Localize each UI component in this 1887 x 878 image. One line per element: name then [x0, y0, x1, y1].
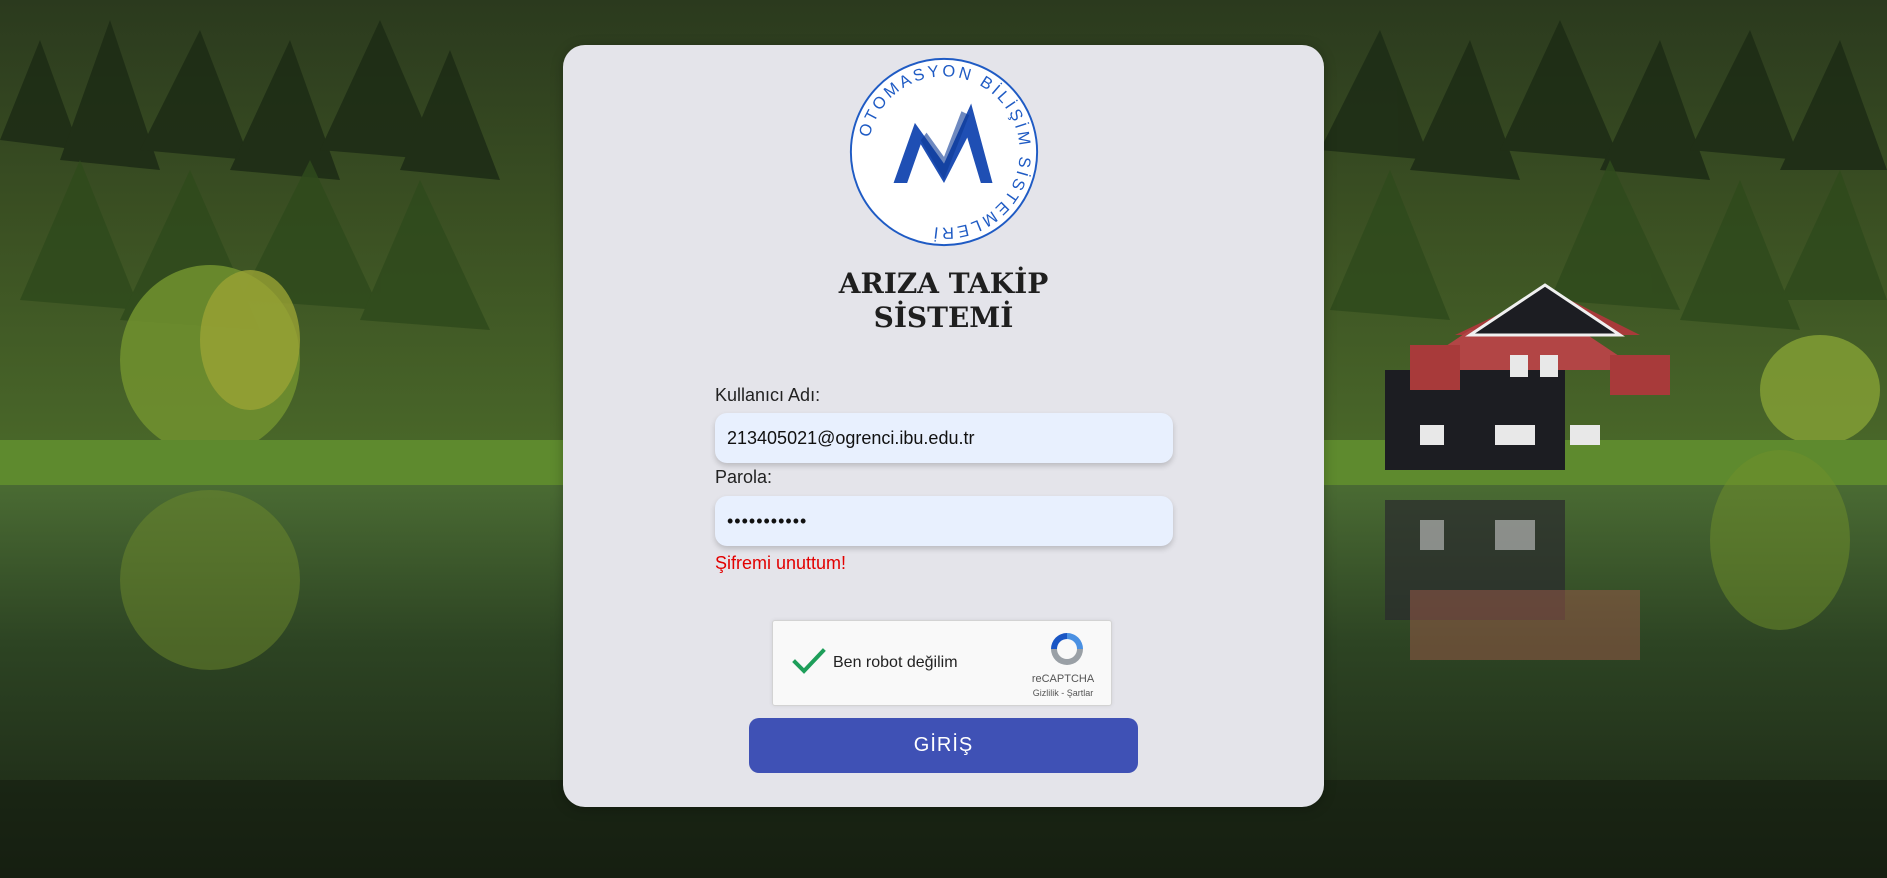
login-submit-button[interactable]: GİRİŞ [749, 718, 1138, 773]
recaptcha-logo-icon [1051, 633, 1083, 665]
recaptcha-widget: Ben robot değilim reCAPTCHA Gizlilik - Ş… [772, 620, 1112, 706]
page-title: ARIZA TAKİP SİSTEMİ [563, 267, 1324, 335]
password-label: Parola: [715, 467, 773, 487]
username-input[interactable] [715, 413, 1173, 463]
recaptcha-privacy-terms-links[interactable]: Gizlilik - Şartlar [1013, 688, 1113, 698]
recaptcha-checkmark-icon[interactable] [791, 643, 827, 679]
company-logo: OTOMASYON BİLİŞİM SİSTEMLERİ [849, 57, 1039, 247]
login-card: OTOMASYON BİLİŞİM SİSTEMLERİ ARIZA TAKİP… [563, 45, 1324, 807]
password-input[interactable] [715, 496, 1173, 546]
username-label: Kullanıcı Adı: [715, 385, 821, 405]
page-title-line1: ARIZA TAKİP [838, 267, 1049, 300]
page-title-line2: SİSTEMİ [873, 301, 1014, 334]
recaptcha-brand: reCAPTCHA [1031, 673, 1095, 685]
recaptcha-label: Ben robot değilim [833, 654, 958, 671]
forgot-password-link[interactable]: Şifremi unuttum! [715, 553, 846, 574]
